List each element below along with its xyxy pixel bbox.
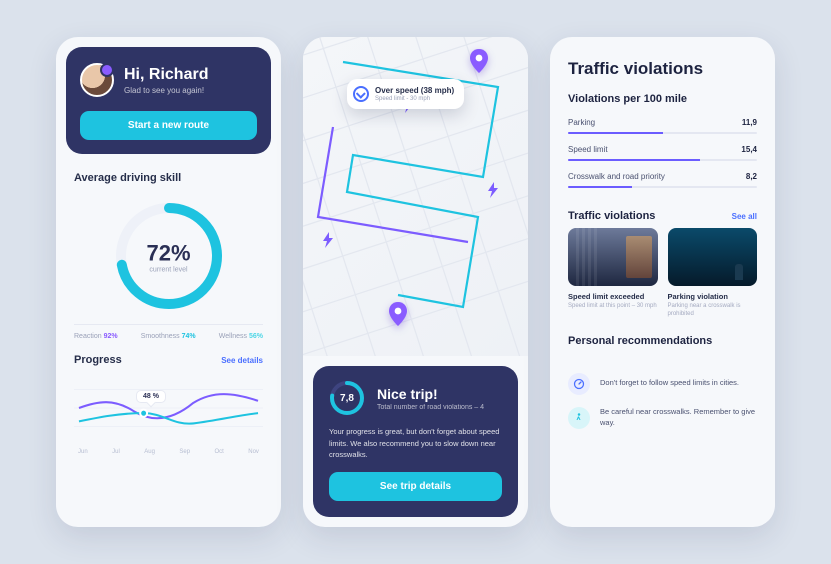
skill-section-title: Average driving skill <box>74 172 263 184</box>
speedometer-icon <box>353 86 369 102</box>
pedestrian-icon <box>568 407 590 429</box>
progress-title: Progress <box>74 354 122 366</box>
violations-screen: Traffic violations Violations per 100 mi… <box>550 37 775 527</box>
recommendation-item: Be careful near crosswalks. Remember to … <box>568 401 757 435</box>
trip-summary-card: 7,8 Nice trip! Total number of road viol… <box>313 366 518 517</box>
violations-list-title: Traffic violations <box>568 210 655 222</box>
greeting-title: Hi, Richard <box>124 66 208 84</box>
violation-card[interactable]: Speed limit exceeded Speed limit at this… <box>568 228 658 319</box>
trip-details-button[interactable]: See trip details <box>329 472 502 501</box>
speed-tooltip[interactable]: Over speed (38 mph) Speed limit - 30 mph <box>347 79 464 109</box>
skill-percent-label: current level <box>146 267 190 274</box>
tooltip-title: Over speed (38 mph) <box>375 86 454 95</box>
progress-chart: 48 % Jun Jul Aug Sep Oct Nov <box>74 372 263 462</box>
avatar[interactable] <box>80 63 114 97</box>
bolt-icon <box>323 232 333 246</box>
map-screen: Over speed (38 mph) Speed limit - 30 mph… <box>303 37 528 527</box>
greeting-card: Hi, Richard Glad to see you again! Start… <box>66 47 271 154</box>
metrics-row: Reaction 92% Smoothness 74% Wellness 56% <box>74 324 263 340</box>
see-details-link[interactable]: See details <box>221 356 263 365</box>
violations-subtitle: Violations per 100 mile <box>568 93 757 105</box>
violation-thumb-image <box>568 228 658 286</box>
see-all-link[interactable]: See all <box>732 212 757 221</box>
progress-value-badge: 48 % <box>136 390 166 403</box>
violation-bar <box>568 132 757 134</box>
trip-score-ring: 7,8 <box>329 380 365 416</box>
trip-subtitle: Total number of road violations – 4 <box>377 404 484 411</box>
violation-card[interactable]: Parking violation Parking near a crosswa… <box>668 228 758 319</box>
violation-row: Crosswalk and road priority8,2 <box>568 169 757 184</box>
trip-score: 7,8 <box>329 380 365 416</box>
violation-bar <box>568 186 757 188</box>
bolt-icon <box>488 182 498 196</box>
map[interactable]: Over speed (38 mph) Speed limit - 30 mph <box>303 37 528 356</box>
trip-title: Nice trip! <box>377 386 484 402</box>
skill-percent: 72% <box>146 241 190 267</box>
map-pin-icon[interactable] <box>389 302 407 326</box>
recommendation-item: Don't forget to follow speed limits in c… <box>568 367 757 401</box>
recommendations-title: Personal recommendations <box>568 335 757 347</box>
tooltip-sub: Speed limit - 30 mph <box>375 96 454 102</box>
violation-bar <box>568 159 757 161</box>
map-pin-icon[interactable] <box>470 49 488 73</box>
page-title: Traffic violations <box>568 59 757 79</box>
violation-thumb-image <box>668 228 758 286</box>
greeting-subtitle: Glad to see you again! <box>124 86 208 95</box>
speedometer-icon <box>568 373 590 395</box>
dashboard-screen: Hi, Richard Glad to see you again! Start… <box>56 37 281 527</box>
violation-row: Speed limit15,4 <box>568 142 757 157</box>
skill-ring: 72% current level <box>74 190 263 324</box>
violation-row: Parking11,9 <box>568 115 757 130</box>
start-route-button[interactable]: Start a new route <box>80 111 257 140</box>
trip-body: Your progress is great, but don't forget… <box>329 426 502 460</box>
